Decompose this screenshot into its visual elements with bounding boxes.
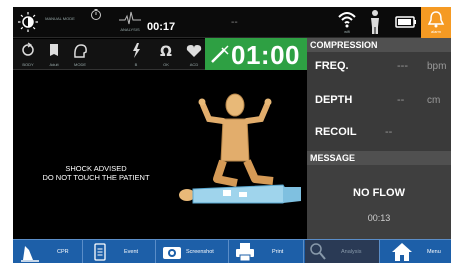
- elapsed-timer: 00:17: [79, 7, 175, 38]
- stopwatch-icon: [91, 9, 101, 20]
- wifi-icon: [338, 12, 356, 28]
- message-time: 00:13: [367, 213, 391, 223]
- recoil-value: --: [385, 126, 393, 138]
- document-icon: [50, 44, 58, 56]
- mode-label: MODE: [74, 62, 86, 67]
- bell-icon: [427, 11, 445, 28]
- analysis-label: Analysis: [341, 249, 362, 255]
- battery-indicator: [393, 7, 419, 38]
- analysis-icon: [310, 243, 326, 260]
- home-icon: [392, 243, 412, 261]
- print-label: Print: [272, 249, 284, 255]
- adult-label: Adult: [49, 62, 59, 67]
- wifi-label: wifi: [344, 29, 350, 34]
- shock-advised-text: SHOCK ADVISED: [65, 164, 127, 173]
- ecg-icon: [119, 11, 141, 25]
- event-label: Event: [124, 249, 139, 255]
- head-icon: [74, 44, 87, 58]
- heart-pulse-icon: [186, 45, 202, 57]
- cpr-icon: [21, 246, 39, 262]
- depth-label: DEPTH: [315, 94, 353, 106]
- do-not-touch-text: DO NOT TOUCH THE PATIENT: [42, 173, 150, 182]
- screenshot-label: Screenshot: [186, 249, 214, 255]
- message-text: NO FLOW: [353, 187, 405, 199]
- acd-setting[interactable]: ACD: [183, 41, 205, 67]
- top-status-bar: MANUAL MODE 00:17 ANALYSIS -- wifi alarm: [13, 7, 451, 38]
- compression-title: COMPRESSION: [307, 38, 451, 52]
- cpr-button[interactable]: CPR: [13, 240, 83, 263]
- bottom-toolbar: CPR Event Screenshot Print Analysis Menu: [13, 239, 451, 263]
- mode-indicator[interactable]: MANUAL MODE: [43, 7, 77, 38]
- event-button[interactable]: Event: [84, 240, 156, 263]
- battery-icon: [395, 16, 416, 28]
- acd-label: ACD: [189, 62, 199, 67]
- person-icon: [371, 10, 379, 34]
- impedance-label: OK: [163, 62, 169, 67]
- message-title: MESSAGE: [307, 151, 451, 165]
- alarm-button[interactable]: alarm: [421, 7, 451, 38]
- ohm-icon: Ω: [160, 44, 172, 60]
- elapsed-time: 00:17: [147, 21, 176, 33]
- ecg-analysis-indicator[interactable]: ANALYSIS: [115, 7, 145, 38]
- body-label: BODY: [22, 62, 34, 67]
- camera-icon: [163, 247, 181, 259]
- depth-value: --: [397, 94, 405, 106]
- depth-unit: cm: [427, 95, 441, 106]
- freq-label: FREQ.: [315, 60, 349, 72]
- freq-unit: bpm: [427, 61, 447, 72]
- menu-button[interactable]: Menu: [381, 240, 451, 263]
- ecg-label: ANALYSIS: [120, 27, 140, 32]
- cpr-cycle-timer: 01:00: [205, 38, 307, 70]
- mode-setting[interactable]: MODE: [69, 41, 91, 67]
- defibrillator-screen: MANUAL MODE 00:17 ANALYSIS -- wifi alarm…: [13, 7, 451, 263]
- adult-setting[interactable]: Adult: [43, 41, 65, 67]
- print-button[interactable]: Print: [230, 240, 304, 263]
- shock-advisory: SHOCK ADVISED DO NOT TOUCH THE PATIENT: [21, 164, 171, 182]
- status-text: --: [231, 17, 238, 28]
- impedance-setting[interactable]: Ω OK: [155, 41, 177, 67]
- alarm-label: alarm: [430, 29, 441, 34]
- patient-type-button[interactable]: [363, 7, 387, 38]
- menu-label: Menu: [427, 249, 441, 255]
- cpr-label: CPR: [57, 249, 69, 255]
- compression-panel: COMPRESSION FREQ. --- bpm DEPTH -- cm RE…: [307, 38, 451, 239]
- mode-small-label: MANUAL MODE: [45, 16, 75, 21]
- message-box: NO FLOW 00:13: [307, 165, 451, 239]
- wifi-indicator[interactable]: wifi: [335, 7, 359, 38]
- shock-setting[interactable]: B: [125, 41, 147, 67]
- freq-value: ---: [397, 60, 408, 72]
- body-setting[interactable]: BODY: [17, 41, 39, 67]
- lightning-icon: [133, 43, 140, 58]
- brightness-button[interactable]: [15, 7, 41, 38]
- rescuer-patient-illustration: [179, 93, 301, 204]
- recoil-label: RECOIL: [315, 126, 357, 138]
- cpr-timer-value: 01:00: [231, 40, 300, 70]
- screenshot-button[interactable]: Screenshot: [157, 240, 229, 263]
- shock-label: B: [134, 62, 138, 67]
- printer-icon: [236, 243, 254, 262]
- clipboard-icon: [94, 243, 106, 261]
- brightness-icon: [18, 12, 38, 32]
- refresh-icon: [22, 42, 34, 56]
- syringe-icon: [211, 45, 229, 63]
- analysis-button[interactable]: Analysis: [305, 240, 380, 263]
- svg-text:Ω: Ω: [160, 44, 172, 60]
